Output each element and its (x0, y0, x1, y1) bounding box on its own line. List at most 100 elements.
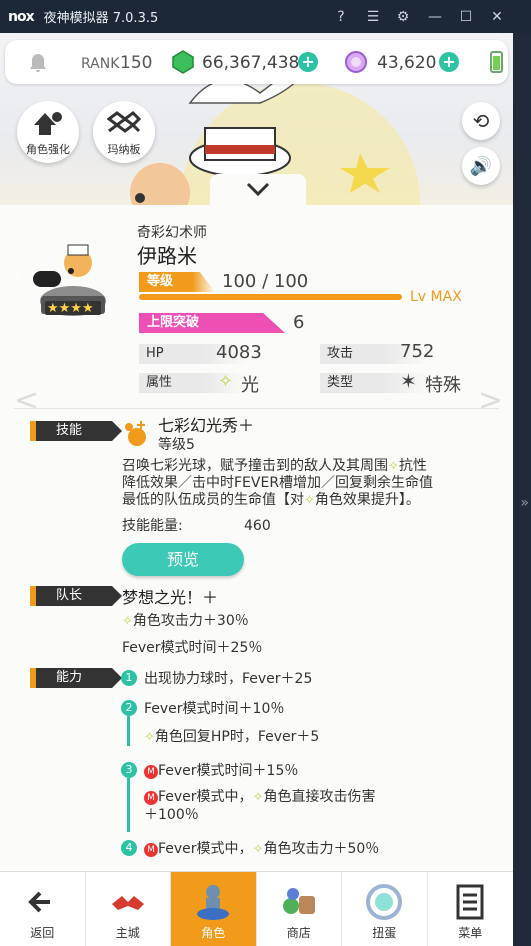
switch-button[interactable]: ⟲ (462, 102, 500, 140)
ability-line-text: 角色攻击力＋50％ (263, 841, 380, 857)
game-screen: RANK 150 66,367,438 + 43,620 + 角色强化 玛纳板 … (0, 33, 513, 946)
upgrade-button[interactable]: 角色强化 (17, 101, 79, 163)
skill-energy-label: 技能能量: (122, 518, 183, 534)
ability-number: 3 (121, 762, 137, 778)
skill-desc-2: 降低效果／击中时FEVER槽增加／回复剩余生命值 (122, 475, 434, 491)
nav-label: 扭蛋 (372, 926, 397, 940)
nav-label: 角色 (201, 926, 226, 940)
skill-desc-1: 召唤七彩光球，赋予撞击到的敌人及其周围 (122, 458, 388, 474)
skill-desc-3b: 角色效果提升】。 (314, 492, 420, 508)
leader-line-1-text: 角色攻击力＋30％ (132, 613, 249, 629)
skill-description: 召唤七彩光球，赋予撞击到的敌人及其周围✧抗性 降低效果／击中时FEVER槽增加／… (122, 458, 497, 509)
light-attribute-icon: ✧ (252, 790, 264, 805)
back-arrow-icon (28, 891, 51, 913)
ability-line-text: 角色回复HP时，Fever＋5 (154, 729, 320, 745)
ability-line-text: Fever模式中， (158, 789, 253, 805)
rainbow-count: 43,620 (377, 53, 437, 73)
light-attribute-icon: ✧ (144, 730, 155, 745)
maximize-icon[interactable]: ☐ (453, 0, 479, 33)
leader-skill-name: 梦想之光！＋ (122, 588, 219, 607)
special-type-icon: ✶ (400, 369, 417, 393)
ability-number: 1 (121, 670, 137, 686)
window-title: 夜神模拟器 7.0.3.5 (43, 11, 159, 26)
ability-connector (127, 716, 130, 746)
leader-line-1: ✧角色攻击力＋30％ (122, 613, 249, 630)
bottom-navigation: 返回 主城 角色 商店 扭蛋 菜单 (0, 871, 513, 946)
level-tag: 等级 (139, 272, 215, 292)
next-character-arrow[interactable]: > (478, 383, 503, 418)
attribute-value: 光 (241, 375, 259, 396)
speaker-icon: 🔊 (469, 155, 493, 177)
ability-connector (127, 778, 130, 832)
type-value: 特殊 (425, 375, 461, 396)
switch-icon: ⟲ (472, 109, 490, 133)
gacha-icon (366, 884, 403, 920)
nav-back[interactable]: 返回 (0, 872, 86, 946)
preview-button[interactable]: 预览 (122, 543, 244, 576)
light-attribute-icon: ✧ (304, 493, 315, 508)
ability-line: M Fever模式中，✧角色直接攻击伤害 (144, 789, 375, 806)
ability-line-text: Fever模式时间＋15％ (158, 763, 299, 779)
bell-icon[interactable] (27, 52, 49, 74)
leader-line-2: Fever模式时间＋25％ (122, 640, 263, 656)
chevron-down-icon (246, 182, 270, 197)
mana-board-label: 玛纳板 (107, 143, 141, 156)
nav-main-city[interactable]: 主城 (86, 872, 171, 946)
ability-line: ✧角色回复HP时，Fever＋5 (144, 729, 319, 746)
skill-energy-value: 460 (244, 518, 271, 534)
rank-value: 150 (120, 53, 153, 73)
voice-button[interactable]: 🔊 (462, 147, 500, 185)
nav-label: 主城 (115, 926, 140, 940)
green-gem-icon (172, 50, 194, 74)
add-rainbow-button[interactable]: + (439, 52, 459, 72)
light-attribute-icon: ✧ (218, 371, 234, 392)
settings-icon[interactable]: ⚙ (390, 0, 416, 33)
ability-line-text: Fever模式中， (158, 841, 253, 857)
nox-logo: nox (8, 8, 35, 25)
menu-icon[interactable]: ☰ (360, 0, 386, 33)
divider (14, 408, 499, 409)
light-attribute-icon: ✧ (388, 459, 399, 474)
level-value: 100 / 100 (222, 271, 309, 292)
nav-menu[interactable]: 菜单 (428, 872, 514, 946)
mana-board-button[interactable]: 玛纳板 (93, 101, 155, 163)
skill-desc-1b: 抗性 (398, 458, 427, 474)
skill-desc-3a: 最低的队伍成员的生命值【对 (122, 492, 304, 508)
hp-value: 4083 (216, 342, 262, 363)
nav-character[interactable]: 角色 (171, 872, 257, 946)
collapse-tab[interactable] (210, 174, 306, 206)
character-sprite (33, 244, 106, 316)
nav-shop[interactable]: 商店 (257, 872, 342, 946)
limit-break-tag: 上限突破 (139, 313, 285, 333)
nav-gacha[interactable]: 扭蛋 (342, 872, 428, 946)
character-portrait (33, 241, 113, 331)
ability-line: 出现协力球时，Fever＋25 (144, 671, 313, 687)
leader-tag: 队长 (30, 586, 122, 606)
prev-character-arrow[interactable]: < (14, 383, 39, 418)
rank-label: RANK (81, 56, 120, 72)
ability-tag: 能力 (30, 668, 122, 688)
ability-number: 4 (121, 840, 137, 856)
expand-sidebar-icon[interactable]: » (520, 495, 529, 511)
skill-tag: 技能 (30, 421, 122, 441)
rainbow-orb-icon (345, 51, 367, 73)
gem-count: 66,367,438 (202, 53, 300, 73)
menu-list-icon (456, 884, 484, 920)
ability-line: M Fever模式中，✧角色攻击力＋50％ (144, 841, 379, 858)
minimize-icon[interactable]: — (422, 0, 448, 33)
emulator-sidebar: » (513, 33, 531, 946)
character-name: 伊路米 (137, 244, 197, 268)
ability-line: Fever模式时间＋10％ (144, 701, 285, 717)
ability-line-text: 角色直接攻击伤害 (263, 789, 376, 805)
skill-name: 七彩幻光秀＋ (158, 416, 255, 435)
character-subtitle: 奇彩幻术师 (137, 225, 207, 241)
limit-break-value: 6 (293, 312, 305, 333)
help-icon[interactable]: ? (328, 0, 354, 33)
add-gems-button[interactable]: + (298, 52, 318, 72)
emulator-titlebar: nox 夜神模拟器 7.0.3.5 ? ☰ ⚙ — ☐ ✕ (0, 0, 531, 33)
nav-label: 菜单 (458, 926, 483, 940)
stack-count: 3 (13, 271, 20, 284)
nav-label: 商店 (286, 926, 311, 940)
close-icon[interactable]: ✕ (484, 0, 510, 33)
upgrade-label: 角色强化 (26, 143, 70, 156)
